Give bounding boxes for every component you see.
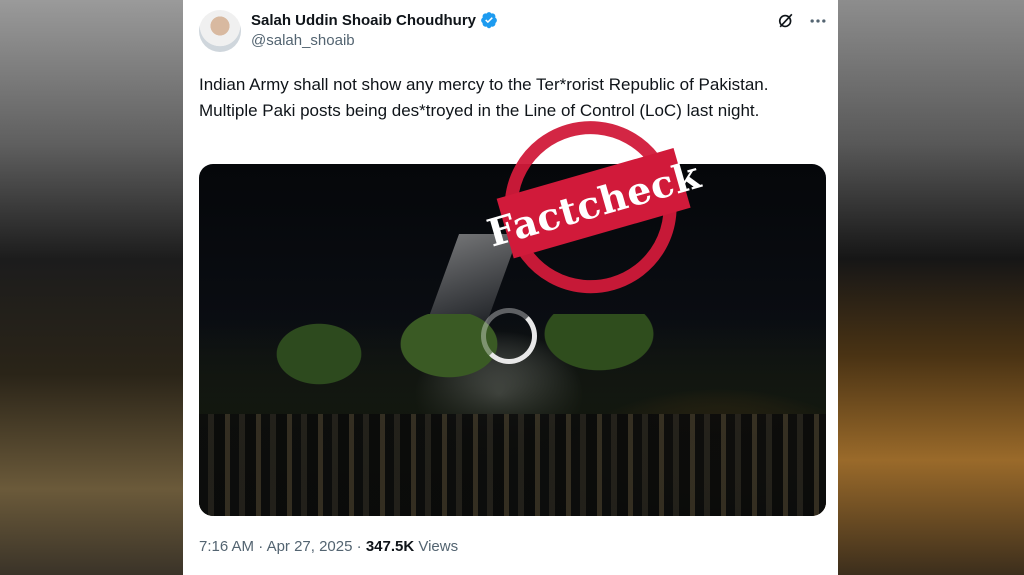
author-row: Salah Uddin Shoaib Choudhury [251,10,498,30]
tweet-meta: 7:16 AM · Apr 27, 2025 · 347.5K Views [199,538,458,555]
tweet-card: Salah Uddin Shoaib Choudhury @salah_shoa… [183,0,838,575]
views-label: Views [418,538,459,555]
views-count: 347.5K [365,538,415,555]
avatar[interactable] [199,10,241,52]
tweet-text: Indian Army shall not show any mercy to … [199,75,769,120]
meta-separator-2: · [356,538,362,555]
grok-icon[interactable] [776,11,796,31]
meta-separator: · [258,538,264,555]
background-right [838,0,1024,575]
tweet-time[interactable]: 7:16 AM [199,538,254,555]
loading-spinner-icon [481,308,537,364]
background-left [0,0,183,575]
author-name[interactable]: Salah Uddin Shoaib Choudhury [251,12,476,29]
more-icon[interactable] [808,11,828,31]
author-handle[interactable]: @salah_shoaib [251,32,355,49]
verified-badge-icon [481,12,497,29]
video-crowd [199,414,826,516]
tweet-date[interactable]: Apr 27, 2025 [267,538,353,555]
